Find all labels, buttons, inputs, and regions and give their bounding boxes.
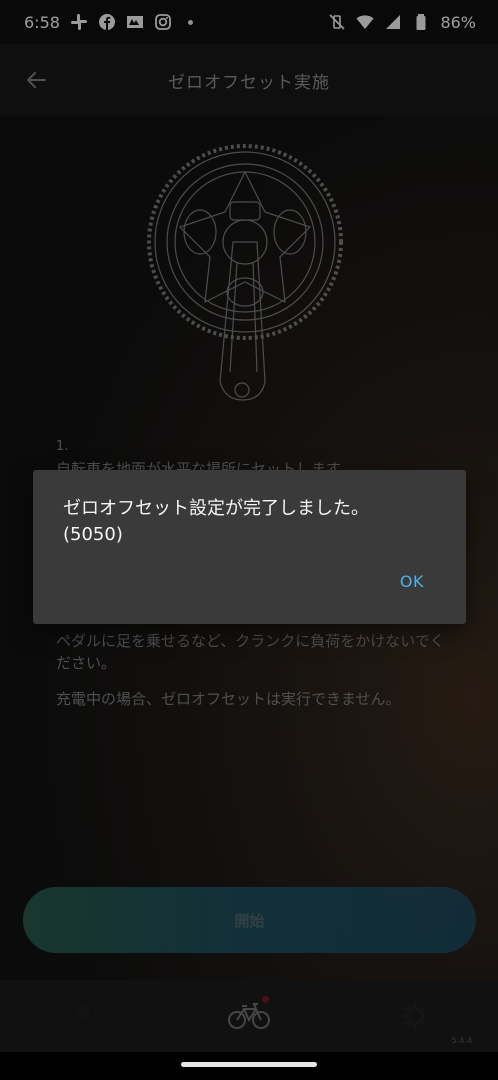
- dialog-message: ゼロオフセット設定が完了しました。 (5050): [63, 498, 369, 545]
- alert-dialog: ゼロオフセット設定が完了しました。 (5050) OK: [33, 470, 466, 624]
- ok-button[interactable]: OK: [400, 572, 424, 591]
- system-nav-bar: [0, 1052, 498, 1080]
- home-indicator[interactable]: [181, 1062, 317, 1067]
